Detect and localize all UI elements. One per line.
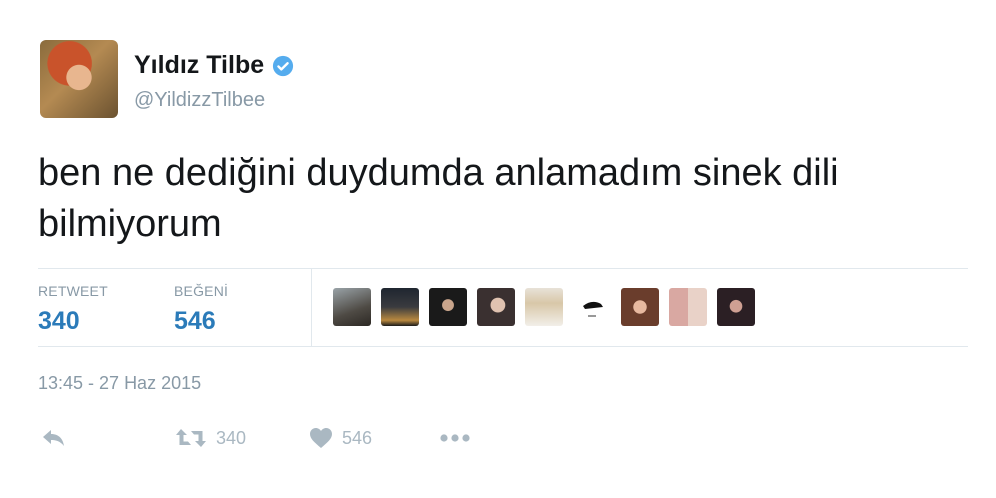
retweet-stat-count: 340 — [38, 307, 80, 335]
divider-bottom — [38, 346, 968, 347]
like-stat-count: 546 — [174, 307, 216, 335]
liker-avatar[interactable] — [621, 288, 659, 326]
reply-button[interactable] — [40, 423, 68, 453]
tweet-text: ben ne dediğini duydumda anlamadım sinek… — [38, 152, 839, 245]
display-name-text[interactable]: Yıldız Tilbe — [134, 51, 264, 80]
user-handle[interactable]: @YildizzTilbee — [134, 89, 265, 112]
liker-avatar[interactable] — [381, 288, 419, 326]
liker-avatars — [333, 288, 755, 326]
liker-avatar[interactable] — [477, 288, 515, 326]
like-action-count: 546 — [342, 427, 373, 448]
stats-vertical-divider — [311, 269, 312, 346]
retweet-button[interactable]: 340 — [174, 423, 246, 453]
retweet-action-count: 340 — [216, 427, 247, 448]
liker-avatar[interactable] — [717, 288, 755, 326]
like-stat-label: BEĞENİ — [174, 283, 229, 299]
user-display-name[interactable]: Yıldız Tilbe — [134, 51, 294, 80]
more-dots-icon — [440, 434, 470, 442]
retweet-stat[interactable]: RETWEET 340 — [38, 283, 108, 336]
profile-avatar[interactable] — [40, 40, 118, 118]
reply-icon — [43, 430, 64, 446]
heart-icon — [310, 428, 332, 448]
retweet-icon — [176, 429, 206, 447]
liker-avatar[interactable] — [429, 288, 467, 326]
retweet-stat-label: RETWEET — [38, 283, 108, 299]
like-button[interactable]: 546 — [308, 423, 372, 453]
verified-badge-icon — [273, 55, 294, 76]
divider-top — [38, 268, 968, 269]
liker-avatar[interactable] — [669, 288, 707, 326]
liker-avatar[interactable] — [333, 288, 371, 326]
liker-logo-icon — [583, 301, 603, 317]
liker-avatar[interactable] — [573, 288, 611, 326]
liker-avatar[interactable] — [525, 288, 563, 326]
tweet-timestamp[interactable]: 13:45 - 27 Haz 2015 — [38, 373, 201, 394]
like-stat[interactable]: BEĞENİ 546 — [174, 283, 228, 336]
more-options-button[interactable] — [438, 423, 472, 453]
